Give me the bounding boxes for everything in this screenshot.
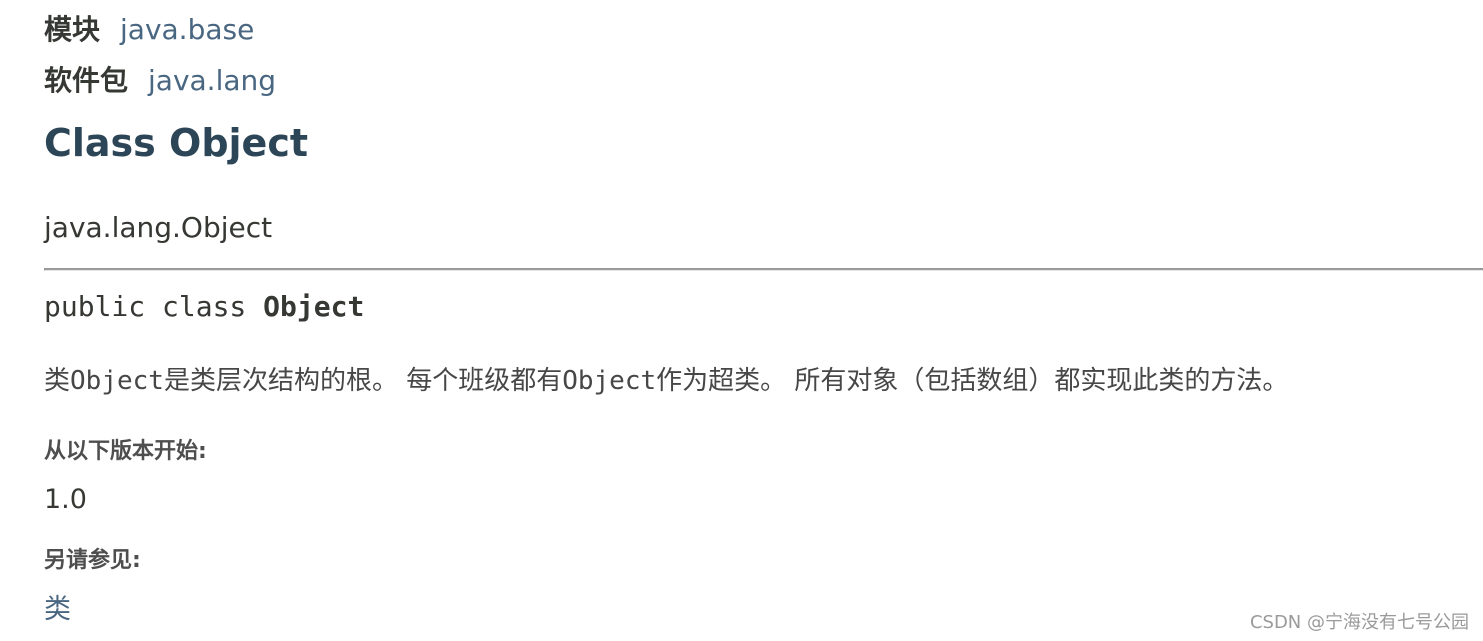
- description-text: 类: [44, 366, 71, 396]
- see-also-link[interactable]: 类: [44, 592, 71, 628]
- class-description: 类Object是类层次结构的根。 每个班级都有Object作为超类。 所有对象（…: [44, 362, 1288, 400]
- since-label: 从以下版本开始:: [44, 439, 207, 464]
- package-label: 软件包: [44, 64, 129, 97]
- package-link[interactable]: java.lang: [148, 64, 276, 97]
- since-value: 1.0: [44, 484, 87, 515]
- module-line: 模块 java.base: [44, 12, 254, 48]
- package-line: 软件包 java.lang: [44, 63, 276, 99]
- module-label: 模块: [44, 13, 101, 46]
- inheritance-tree: java.lang.Object: [44, 211, 273, 244]
- module-link[interactable]: java.base: [120, 13, 254, 46]
- description-code: Object: [562, 366, 657, 396]
- signature-modifiers: public class: [44, 290, 264, 323]
- see-also-label: 另请参见:: [44, 548, 141, 573]
- type-signature: public class Object: [44, 288, 364, 326]
- watermark: CSDN @宁海没有七号公园: [1249, 612, 1469, 633]
- signature-type-name: Object: [263, 290, 365, 323]
- page-title: Class Object: [44, 121, 309, 165]
- divider: [44, 268, 1483, 271]
- description-text: 是类层次结构的根。 每个班级都有: [163, 366, 563, 396]
- description-text: 作为超类。 所有对象（包括数组）都实现此类的方法。: [656, 366, 1289, 396]
- description-code: Object: [70, 366, 164, 396]
